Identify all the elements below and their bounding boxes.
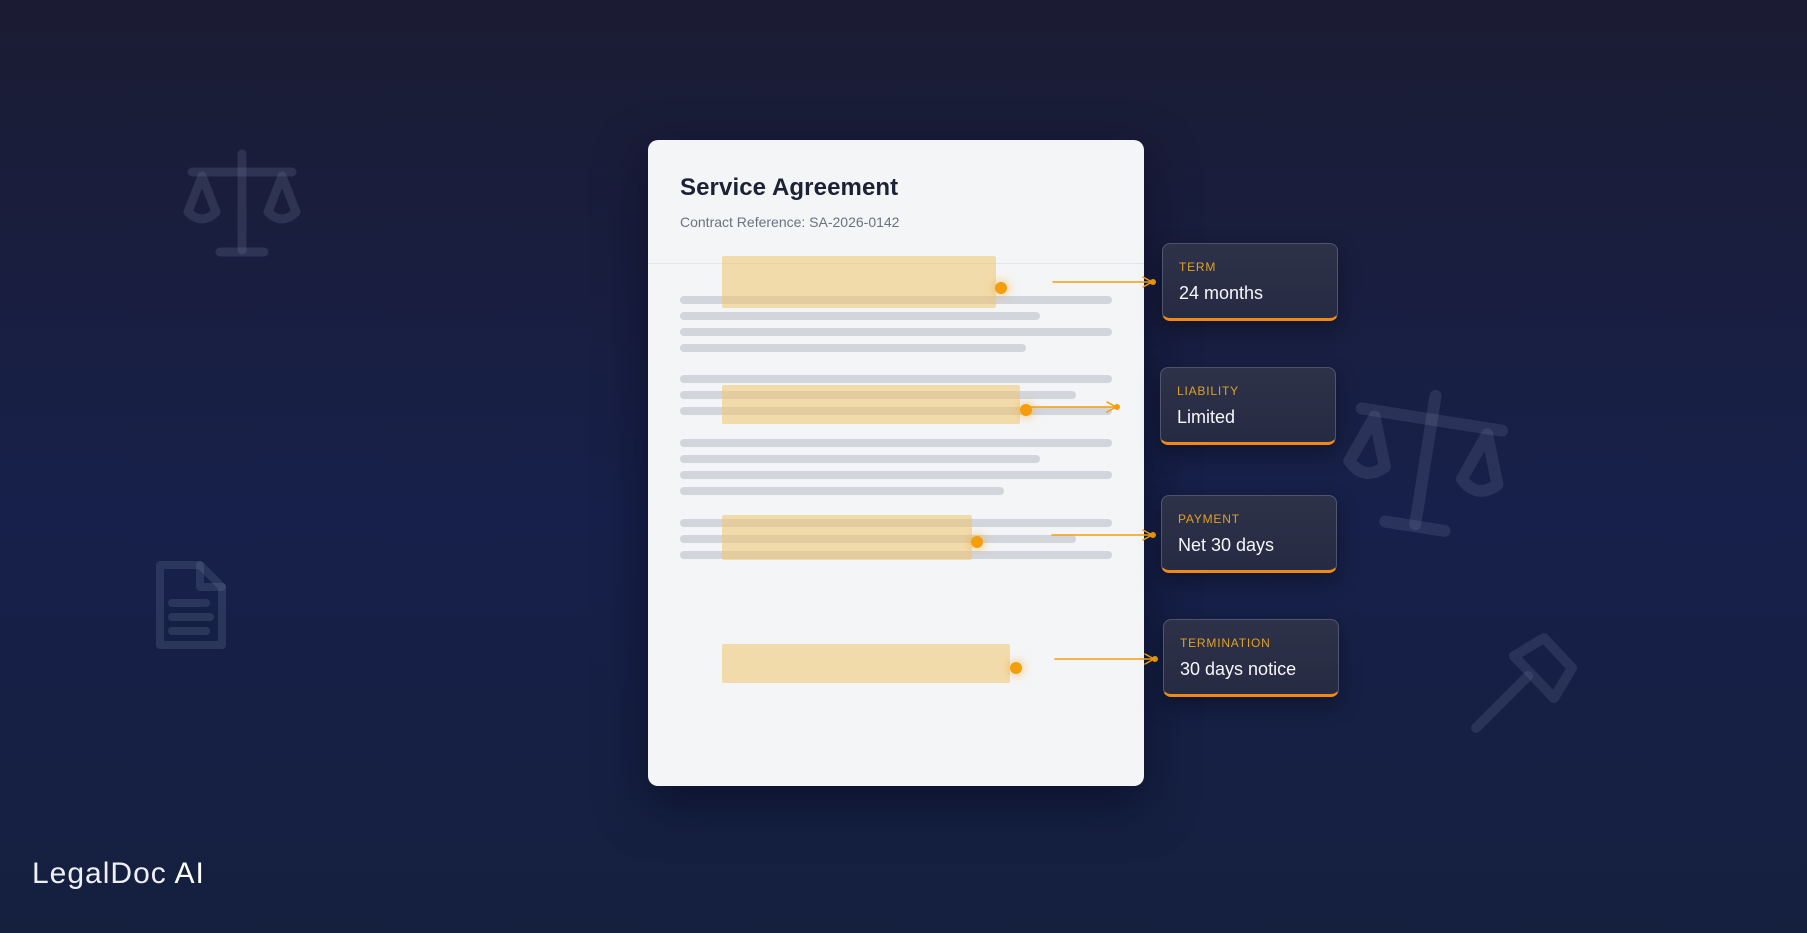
clause-label: PAYMENT — [1178, 512, 1240, 526]
payment-connector-end — [1150, 532, 1156, 538]
brand-suffix: AI — [174, 857, 205, 890]
clause-label: TERM — [1179, 260, 1217, 274]
clause-card-liability[interactable]: LIABILITY Limited — [1160, 367, 1336, 445]
text-line — [680, 312, 1040, 320]
liability-marker — [1020, 404, 1032, 416]
term-marker — [995, 282, 1007, 294]
termination-marker — [1010, 662, 1022, 674]
clause-card-term[interactable]: TERM 24 months — [1162, 243, 1338, 321]
text-line — [680, 328, 1112, 336]
contract-reference: Contract Reference: SA-2026-0142 — [680, 214, 900, 230]
scales-icon — [1329, 373, 1521, 553]
clause-value: 24 months — [1179, 283, 1264, 303]
clause-value: Net 30 days — [1178, 535, 1275, 555]
scales-icon — [180, 146, 304, 262]
clause-label: LIABILITY — [1177, 384, 1239, 398]
document-title: Service Agreement — [680, 174, 899, 201]
termination-connector-arrowhead — [1144, 653, 1156, 665]
text-line — [680, 439, 1112, 447]
liability-highlight[interactable] — [722, 385, 1020, 424]
term-connector-arrowhead — [1142, 276, 1154, 288]
text-line — [680, 455, 1040, 463]
termination-connector-end — [1152, 656, 1158, 662]
payment-connector-arrowhead — [1142, 529, 1154, 541]
termination-highlight[interactable] — [722, 644, 1010, 683]
payment-highlight[interactable] — [722, 515, 972, 560]
payment-marker — [971, 536, 983, 548]
text-line — [680, 471, 1112, 479]
text-line — [680, 487, 1004, 495]
text-line — [680, 375, 1112, 383]
contract-document: Service Agreement Contract Reference: SA… — [648, 140, 1144, 786]
clause-value: 30 days notice — [1180, 659, 1297, 679]
document-icon — [150, 555, 232, 655]
clause-label: TERMINATION — [1180, 636, 1271, 650]
term-connector-end — [1150, 279, 1156, 285]
brand-logo: LegalDoc AI — [32, 857, 205, 891]
brand-name: LegalDoc — [32, 857, 167, 890]
clause-card-payment[interactable]: PAYMENT Net 30 days — [1161, 495, 1337, 573]
term-highlight[interactable] — [722, 256, 996, 308]
gavel-icon — [1462, 628, 1582, 748]
clause-card-termination[interactable]: TERMINATION 30 days notice — [1163, 619, 1339, 697]
clause-value: Limited — [1177, 407, 1236, 427]
text-line — [680, 344, 1026, 352]
